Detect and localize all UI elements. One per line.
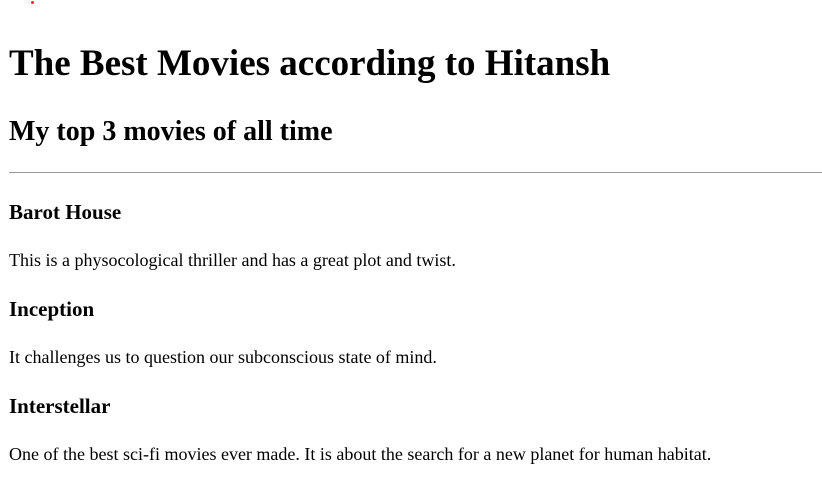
movie-title-inception: Inception (9, 297, 95, 321)
movie-title-barot-house: Barot House (9, 200, 122, 224)
divider (9, 172, 822, 173)
cursor-dot (31, 1, 34, 4)
movie-description-inception: It challenges us to question our subcons… (9, 347, 437, 367)
movie-description-interstellar: One of the best sci-fi movies ever made.… (9, 444, 712, 464)
movie-description-barot-house: This is a physocological thriller and ha… (9, 250, 456, 270)
page-title: The Best Movies according to Hitansh (9, 43, 611, 84)
page-subtitle: My top 3 movies of all time (9, 116, 333, 147)
movie-title-interstellar: Interstellar (9, 394, 111, 418)
